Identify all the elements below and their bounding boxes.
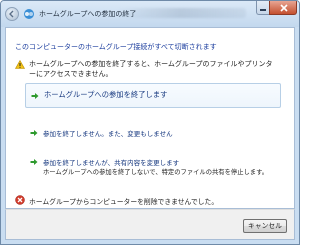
command-link-leave-homegroup[interactable]: ホームグループへの参加を終了します	[25, 83, 281, 108]
dialog-content: このコンピューターのホームグループ接続がすべて切断されます ホームグループへの参…	[5, 27, 295, 209]
command-link-keep-unchanged[interactable]: 参加を終了しません。また、変更もしません	[25, 126, 281, 140]
green-arrow-icon	[31, 93, 39, 99]
command-label: ホームグループへの参加を終了します	[44, 90, 168, 99]
homegroup-icon	[24, 9, 34, 19]
title-bar: ホームグループへの参加の終了	[1, 1, 299, 27]
dialog-footer: キャンセル	[5, 209, 295, 240]
main-instruction: このコンピューターのホームグループ接続がすべて切断されます	[15, 43, 217, 51]
warning-text: ホームグループへの参加を終了すると、ホームグループのファイルやプリンターにアクセ…	[29, 60, 273, 78]
cancel-button[interactable]: キャンセル	[243, 219, 287, 233]
dialog-window: ホームグループへの参加の終了 このコンピューターのホームグループ接続がすべて切断…	[0, 0, 300, 245]
green-arrow-icon	[30, 159, 38, 165]
title-bar-glass	[116, 8, 246, 18]
minimize-icon	[260, 9, 266, 11]
back-arrow-icon	[9, 10, 14, 18]
command-label: 参加を終了しませんが、共有内容を変更します	[43, 159, 180, 167]
green-arrow-icon	[30, 130, 38, 136]
back-button[interactable]	[5, 7, 19, 21]
close-icon	[280, 4, 288, 12]
warning-icon	[15, 60, 25, 69]
minimize-button[interactable]	[256, 1, 269, 15]
command-link-change-sharing[interactable]: 参加を終了しませんが、共有内容を変更します ホームグループへの参加を終了しないで…	[25, 155, 281, 179]
error-text: ホームグループからコンピューターを削除できませんでした。	[29, 198, 219, 206]
close-button[interactable]	[269, 1, 297, 15]
command-label: 参加を終了しません。また、変更もしません	[43, 130, 173, 138]
command-description: ホームグループへの参加を終了しないで、特定のファイルの共有を停止します。	[43, 169, 269, 176]
error-icon	[15, 195, 25, 205]
